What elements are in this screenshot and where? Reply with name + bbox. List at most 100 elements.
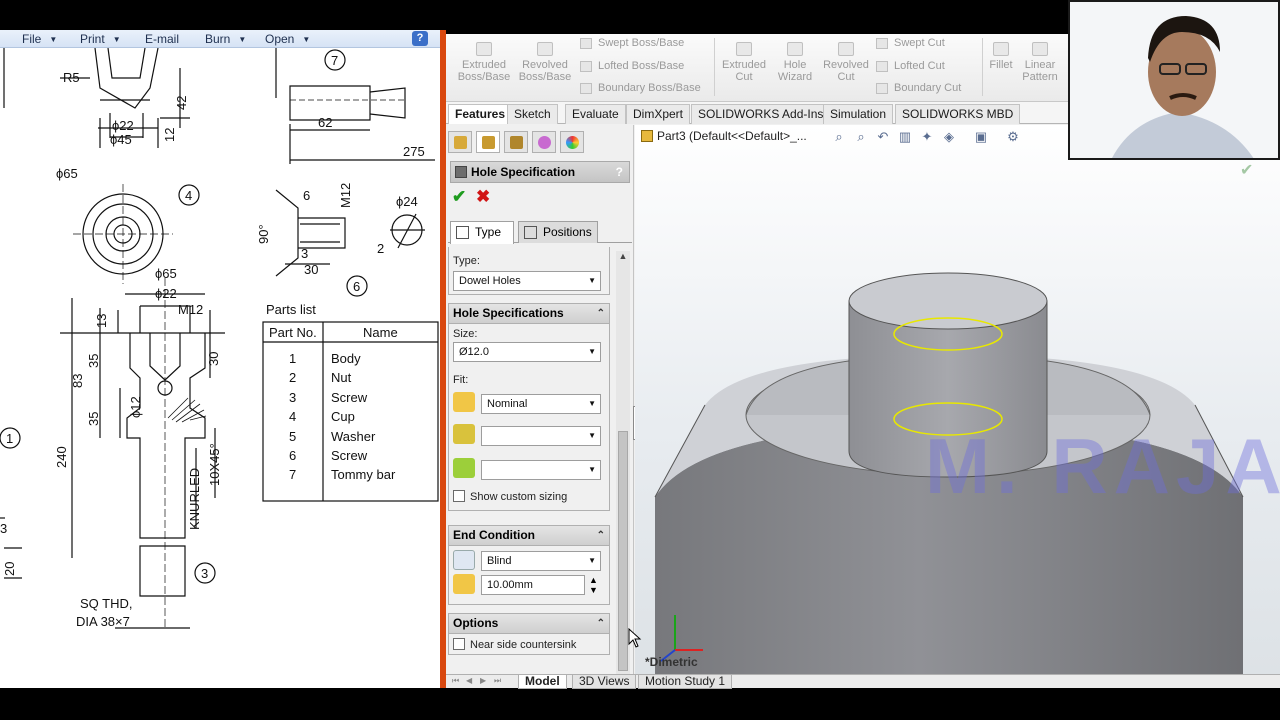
lofted-cut-button[interactable]: Lofted Cut xyxy=(876,60,945,72)
dim-label: ϕ45 xyxy=(110,132,132,147)
tab-addins[interactable]: SOLIDWORKS Add-Ins xyxy=(691,104,831,124)
zoom-fit-icon[interactable]: ⌕ xyxy=(831,129,847,145)
display-style-icon[interactable]: ▣ xyxy=(973,129,989,145)
tab-3d-views[interactable]: 3D Views xyxy=(572,675,637,689)
dim-label: 12 xyxy=(162,128,177,142)
part-no: 2 xyxy=(289,370,296,385)
tab-motion-study[interactable]: Motion Study 1 xyxy=(638,675,733,689)
linear-pattern-button[interactable]: Linear Pattern xyxy=(1020,42,1060,83)
fillet-button[interactable]: Fillet xyxy=(984,42,1018,71)
fillet-icon xyxy=(993,42,1009,56)
part-callout: 3 xyxy=(201,566,208,581)
options-header[interactable]: Options ⌃ xyxy=(449,614,609,634)
dim-label: DIA 38×7 xyxy=(76,614,130,629)
menu-burn[interactable]: Burn ▼ xyxy=(205,32,246,46)
near-side-countersink-checkbox[interactable]: Near side countersink xyxy=(453,638,576,651)
boundary-boss-button[interactable]: Boundary Boss/Base xyxy=(580,82,701,94)
depth-spinner[interactable]: ▲ ▼ xyxy=(589,575,598,595)
swept-boss-button[interactable]: Swept Boss/Base xyxy=(580,37,684,49)
hole-wizard-button[interactable]: Hole Wizard xyxy=(772,42,818,83)
prev-tab-icon[interactable]: ◀ xyxy=(466,676,476,686)
scroll-thumb[interactable] xyxy=(618,431,628,671)
checkbox-icon xyxy=(453,638,465,650)
3d-model[interactable] xyxy=(635,125,1280,674)
cancel-button[interactable]: ✖ xyxy=(476,187,490,207)
hole-specifications-header[interactable]: Hole Specifications ⌃ xyxy=(449,304,609,324)
pm-scroll-area: Type: Dowel Holes ▼ Hole Specifications ⌃ … xyxy=(448,247,632,688)
fit-dropdown[interactable]: Nominal ▼ xyxy=(481,394,601,414)
chevron-down-icon: ▼ xyxy=(238,35,247,45)
first-tab-icon[interactable]: ⏮ xyxy=(452,676,462,686)
tab-model[interactable]: Model xyxy=(518,675,567,689)
ok-button[interactable]: ✔ xyxy=(452,187,466,207)
boundary-cut-button[interactable]: Boundary Cut xyxy=(876,82,961,94)
dynamic-annotation-icon[interactable]: ✦ xyxy=(919,129,935,145)
tab-simulation[interactable]: Simulation xyxy=(823,104,894,124)
part-name: Nut xyxy=(331,370,352,385)
display-manager-tab[interactable] xyxy=(560,131,584,153)
menu-open[interactable]: Open ▼ xyxy=(265,32,310,46)
pm-scrollbar[interactable]: ▲ ▼ xyxy=(616,251,630,687)
reverse-direction-icon[interactable] xyxy=(453,550,475,570)
extruded-boss-button[interactable]: Extruded Boss/Base xyxy=(456,42,512,83)
lofted-boss-button[interactable]: Lofted Boss/Base xyxy=(580,60,684,72)
loft-icon xyxy=(580,60,592,72)
view-orientation-icon[interactable]: ◈ xyxy=(941,129,957,145)
dim-label: 240 xyxy=(54,446,69,468)
tab-type[interactable]: Type xyxy=(450,221,514,244)
size-dropdown[interactable]: Ø12.0 ▼ xyxy=(453,342,601,362)
end-condition-header[interactable]: End Condition ⌃ xyxy=(449,526,609,546)
hide-show-icon[interactable]: ⚙ xyxy=(1005,129,1021,145)
zoom-area-icon[interactable]: ⌕ xyxy=(853,129,869,145)
next-tab-icon[interactable]: ▶ xyxy=(480,676,490,686)
show-custom-sizing-checkbox[interactable]: Show custom sizing xyxy=(453,490,567,503)
depth-icon xyxy=(453,574,475,594)
tab-positions[interactable]: Positions xyxy=(518,221,598,243)
type-label: Type: xyxy=(453,255,480,267)
chevron-down-icon: ▼ xyxy=(588,465,596,474)
property-manager-tab[interactable] xyxy=(476,131,500,153)
part-name: Tommy bar xyxy=(331,467,396,482)
section-view-icon[interactable]: ▥ xyxy=(897,129,913,145)
help-icon[interactable]: ? xyxy=(412,31,428,46)
config-manager-tab[interactable] xyxy=(504,131,528,153)
chevron-down-icon: ▼ xyxy=(588,276,596,285)
tab-mbd[interactable]: SOLIDWORKS MBD xyxy=(895,104,1021,124)
graphics-area[interactable]: ⊞ Part3 (Default<<Default>_... ⌕ ⌕ ↶ ▥ ✦… xyxy=(635,125,1280,674)
menu-email[interactable]: E-mail xyxy=(145,32,179,46)
chevron-down-icon: ▼ xyxy=(588,556,596,565)
extruded-cut-button[interactable]: Extruded Cut xyxy=(718,42,770,83)
scroll-up-icon[interactable]: ▲ xyxy=(616,251,630,265)
confirmation-corner-icon[interactable]: ✔ xyxy=(1240,160,1270,180)
part-callout: 6 xyxy=(353,279,360,294)
previous-view-icon[interactable]: ↶ xyxy=(875,129,891,145)
depth-input[interactable]: 10.00mm xyxy=(481,575,585,595)
fit-icon xyxy=(453,392,475,412)
pm-title: Hole Specification xyxy=(471,165,576,179)
property-icon xyxy=(482,136,495,149)
tab-features[interactable]: Features xyxy=(448,104,513,124)
dim-label: R5 xyxy=(63,70,80,85)
fit-class-dropdown[interactable]: ▼ xyxy=(481,460,601,480)
revolved-boss-button[interactable]: Revolved Boss/Base xyxy=(516,42,574,83)
dim-label: 2 xyxy=(377,241,384,256)
swept-cut-button[interactable]: Swept Cut xyxy=(876,37,945,49)
help-icon[interactable]: ? xyxy=(616,162,623,182)
menu-print[interactable]: Print ▼ xyxy=(80,32,121,46)
tab-dimxpert[interactable]: DimXpert xyxy=(626,104,691,124)
tab-sketch[interactable]: Sketch xyxy=(507,104,558,124)
webcam-overlay xyxy=(1068,0,1280,160)
revolved-cut-button[interactable]: Revolved Cut xyxy=(820,42,872,83)
last-tab-icon[interactable]: ⏭ xyxy=(494,676,504,686)
feature-tree-tab[interactable] xyxy=(448,131,472,153)
tolerance-dropdown[interactable]: ▼ xyxy=(481,426,601,446)
end-condition-dropdown[interactable]: Blind ▼ xyxy=(481,551,601,571)
tab-evaluate[interactable]: Evaluate xyxy=(565,104,626,124)
check-icon: ✔ xyxy=(452,187,467,206)
dimxpert-manager-tab[interactable] xyxy=(532,131,556,153)
feature-tree-flyout[interactable]: Part3 (Default<<Default>_... xyxy=(641,129,807,143)
type-dropdown[interactable]: Dowel Holes ▼ xyxy=(453,271,601,291)
menu-file[interactable]: File ▼ xyxy=(22,32,57,46)
part-name: Screw xyxy=(331,448,368,463)
part-name: Screw xyxy=(331,390,368,405)
